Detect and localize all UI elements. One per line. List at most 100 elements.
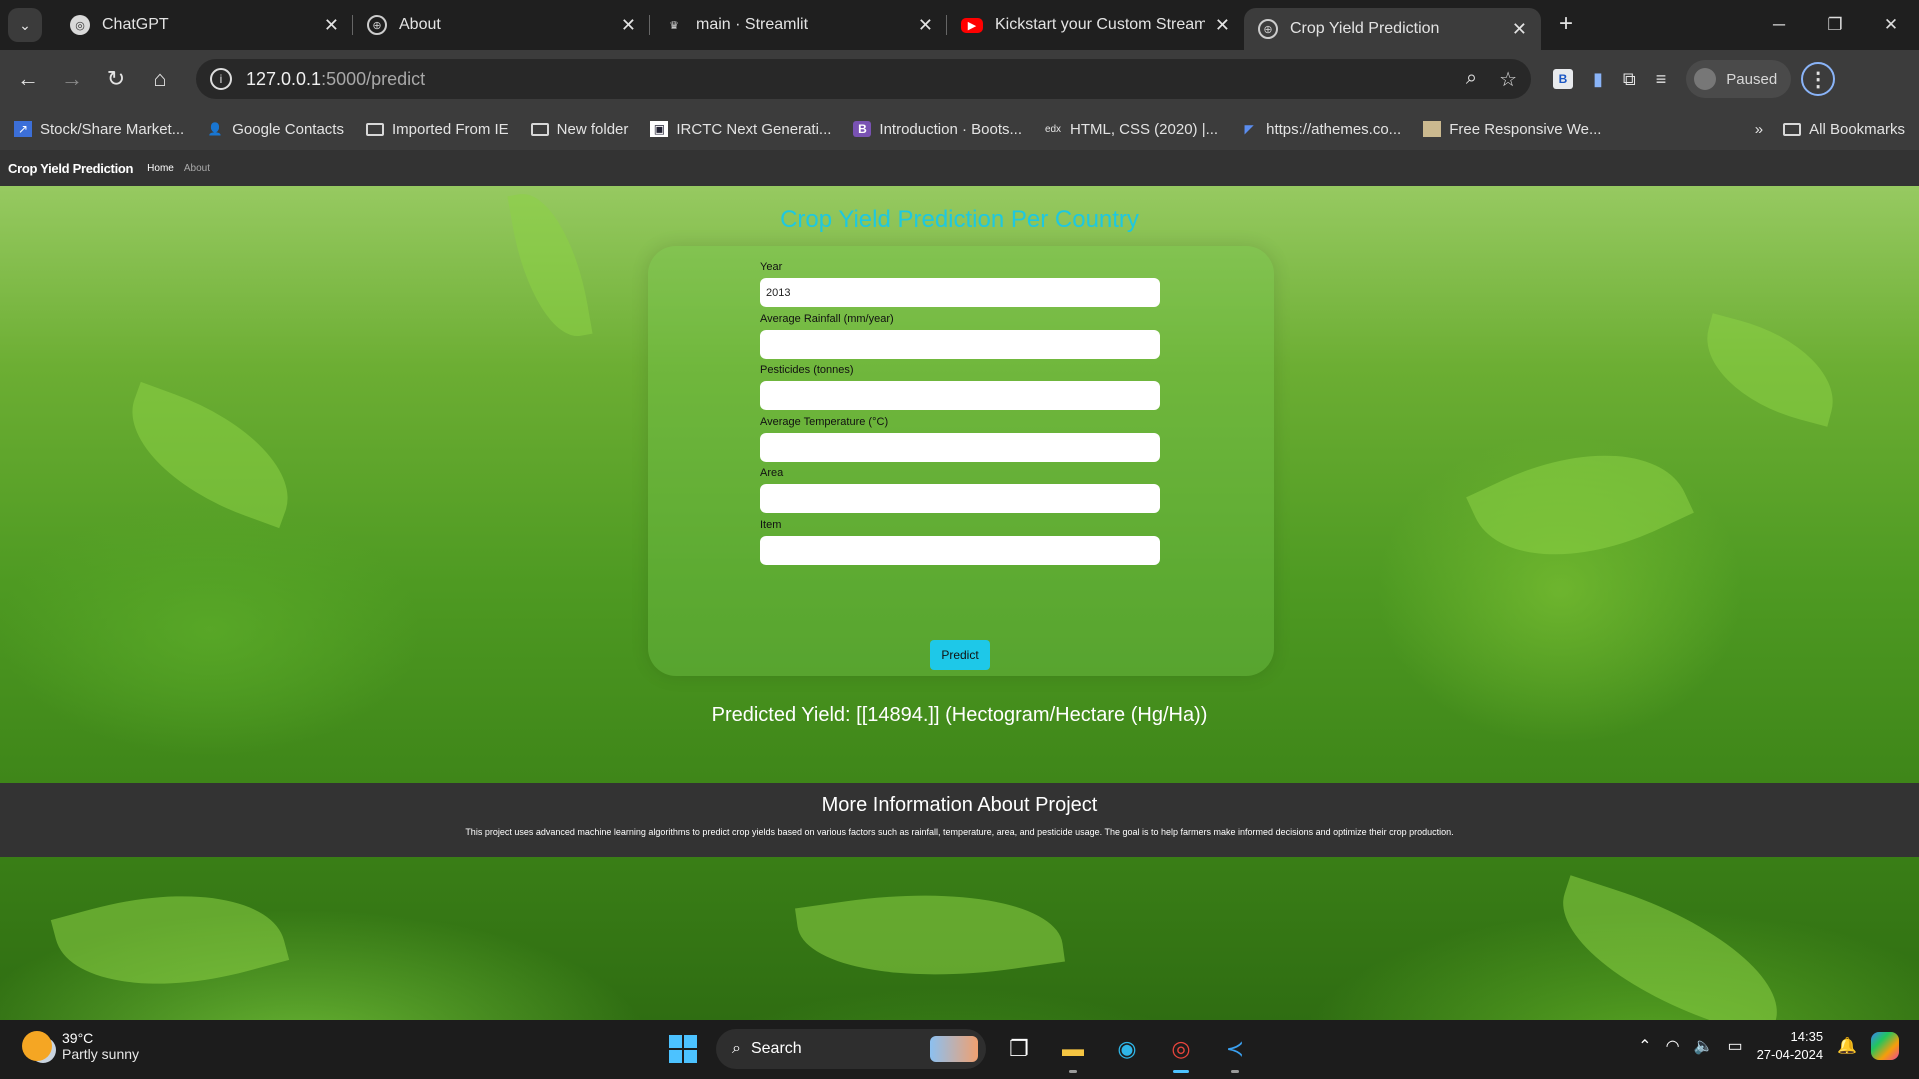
globe-icon: ⊕	[367, 15, 387, 35]
extension-b-icon[interactable]: B	[1553, 69, 1573, 89]
close-window-icon[interactable]: ✕	[1863, 0, 1919, 50]
weather-widget[interactable]: 39°C Partly sunny	[22, 1030, 139, 1062]
file-explorer-icon[interactable]: ▬	[1052, 1028, 1094, 1073]
bookmark-item[interactable]: edx HTML, CSS (2020) |...	[1044, 121, 1218, 138]
partly-sunny-icon	[22, 1031, 52, 1061]
tab-title: About	[399, 16, 441, 33]
profile-button[interactable]: Paused	[1686, 60, 1792, 98]
tab-list: ◎ ChatGPT ✕ ⊕ About ✕ ♛ main · Streamlit…	[56, 0, 1541, 50]
navbar-brand[interactable]: Crop Yield Prediction	[8, 161, 133, 176]
more-bookmarks-icon[interactable]: »	[1755, 121, 1763, 138]
clock-time: 14:35	[1790, 1029, 1824, 1044]
leaf-decoration	[1466, 412, 1694, 598]
nav-home-link[interactable]: Home	[147, 163, 174, 174]
minimize-icon[interactable]: ─	[1751, 0, 1807, 50]
bookmark-item[interactable]: Free Responsive We...	[1423, 121, 1601, 138]
copilot-icon[interactable]	[1871, 1032, 1899, 1060]
system-tray: ⌃ ◠ 🔈 ▭ 14:35 27-04-2024 🔔	[1638, 1028, 1899, 1064]
extensions-puzzle-icon[interactable]: ⧉	[1623, 69, 1636, 90]
close-tab-icon[interactable]: ✕	[324, 15, 339, 36]
pesticides-input[interactable]	[760, 381, 1160, 410]
pesticides-label: Pesticides (tonnes)	[760, 364, 854, 376]
athemes-icon: ◤	[1244, 122, 1254, 136]
menu-kebab-icon[interactable]: ⋮	[1801, 62, 1836, 96]
all-bookmarks-button[interactable]: All Bookmarks	[1783, 121, 1905, 138]
clock-date: 27-04-2024	[1756, 1047, 1824, 1062]
rainfall-label: Average Rainfall (mm/year)	[760, 313, 894, 325]
notification-bell-icon[interactable]: 🔔	[1837, 1036, 1857, 1056]
rainfall-input[interactable]	[760, 330, 1160, 359]
bookmark-folder[interactable]: New folder	[530, 121, 628, 138]
search-highlight-icon	[930, 1036, 978, 1062]
chart-icon: ↗	[14, 121, 32, 137]
predict-button[interactable]: Predict	[930, 640, 990, 670]
bookmarks-bar: ↗ Stock/Share Market... 👤 Google Contacts …	[0, 108, 1919, 150]
page-content: Crop Yield Prediction Home About Crop Yi…	[0, 150, 1919, 1020]
taskbar-apps: ⌕ Search ❐ ▬ ◉ ◎ ≺	[662, 1028, 1256, 1073]
vscode-icon[interactable]: ≺	[1214, 1028, 1256, 1073]
chrome-icon[interactable]: ◎	[1160, 1028, 1202, 1073]
bookmark-label: Imported From IE	[391, 120, 509, 138]
close-tab-icon[interactable]: ✕	[918, 15, 933, 36]
bookmark-item[interactable]: B Introduction · Boots...	[853, 121, 1022, 138]
bookmark-item[interactable]: 👤 Google Contacts	[206, 121, 344, 138]
tab-crop-yield[interactable]: ⊕ Crop Yield Prediction ✕	[1244, 8, 1541, 50]
area-input[interactable]	[760, 484, 1160, 513]
window-controls: ─ ❐ ✕	[1751, 0, 1919, 50]
task-view-icon[interactable]: ❐	[998, 1028, 1040, 1070]
extension-docs-icon[interactable]: ▮	[1593, 69, 1603, 90]
close-tab-icon[interactable]: ✕	[1215, 15, 1230, 36]
zoom-icon[interactable]: ⌕	[1466, 67, 1477, 92]
youtube-icon: ▶	[961, 17, 983, 33]
wifi-icon[interactable]: ◠	[1666, 1036, 1680, 1056]
reload-icon[interactable]: ↻	[94, 66, 138, 92]
tab-about[interactable]: ⊕ About ✕	[353, 0, 650, 50]
bookmark-item[interactable]: ↗ Stock/Share Market...	[14, 121, 184, 138]
back-icon[interactable]: ←	[6, 66, 50, 92]
info-text: This project uses advanced machine learn…	[465, 827, 1454, 837]
bookmark-label: Google Contacts	[232, 120, 344, 138]
nav-about-link[interactable]: About	[184, 163, 210, 174]
battery-icon[interactable]: ▭	[1727, 1036, 1742, 1056]
close-tab-icon[interactable]: ✕	[1512, 19, 1527, 40]
edge-icon[interactable]: ◉	[1106, 1028, 1148, 1070]
tab-search-button[interactable]: ⌄	[8, 8, 42, 42]
bookmark-label: https://athemes.co...	[1266, 120, 1402, 138]
close-tab-icon[interactable]: ✕	[621, 15, 636, 36]
tab-streamlit[interactable]: ♛ main · Streamlit ✕	[650, 0, 947, 50]
year-input[interactable]	[760, 278, 1160, 307]
tab-youtube[interactable]: ▶ Kickstart your Custom Streamlit ✕	[947, 0, 1244, 50]
home-icon[interactable]: ⌂	[138, 66, 182, 92]
new-tab-button[interactable]: +	[1559, 10, 1573, 38]
bookmark-folder[interactable]: Imported From IE	[365, 120, 509, 138]
irctc-icon: ▣	[650, 121, 669, 137]
restore-icon[interactable]: ❐	[1807, 0, 1863, 50]
tab-chatgpt[interactable]: ◎ ChatGPT ✕	[56, 0, 353, 50]
browser-tab-strip: ⌄ ◎ ChatGPT ✕ ⊕ About ✕ ♛ main · Streaml…	[0, 0, 1919, 50]
avatar	[1694, 68, 1717, 90]
bookmark-label: All Bookmarks	[1809, 120, 1905, 138]
taskbar-search[interactable]: ⌕ Search	[716, 1029, 986, 1069]
bookmark-label: IRCTC Next Generati...	[676, 120, 832, 138]
folder-icon	[365, 122, 384, 136]
taskbar: 39°C Partly sunny ⌕ Search ❐ ▬ ◉ ◎ ≺ ⌃ ◠…	[0, 1020, 1919, 1079]
bookmark-star-icon[interactable]: ☆	[1499, 67, 1517, 92]
globe-icon: ⊕	[1258, 19, 1278, 39]
bookmark-item[interactable]: ▣ IRCTC Next Generati...	[650, 121, 831, 138]
item-input[interactable]	[760, 536, 1160, 565]
bookmark-item[interactable]: ◤ https://athemes.co...	[1240, 121, 1401, 138]
windows-start-icon[interactable]	[662, 1028, 704, 1070]
volume-icon[interactable]: 🔈	[1694, 1036, 1714, 1056]
forward-icon[interactable]: →	[50, 66, 94, 92]
address-bar[interactable]: i 127.0.0.1:5000/predict ⌕ ☆	[196, 59, 1531, 99]
chevron-up-icon[interactable]: ⌃	[1638, 1036, 1651, 1056]
bookmark-label: HTML, CSS (2020) |...	[1070, 120, 1219, 138]
browser-toolbar: ← → ↻ ⌂ i 127.0.0.1:5000/predict ⌕ ☆ B ▮…	[0, 50, 1919, 108]
folder-icon	[530, 122, 549, 136]
profile-status: Paused	[1726, 70, 1778, 88]
tab-title: Kickstart your Custom Streamlit	[995, 16, 1205, 33]
media-controls-icon[interactable]: ≡	[1656, 69, 1667, 90]
clock[interactable]: 14:35 27-04-2024	[1757, 1028, 1824, 1064]
temperature-input[interactable]	[760, 433, 1160, 462]
site-info-icon[interactable]: i	[210, 68, 232, 90]
